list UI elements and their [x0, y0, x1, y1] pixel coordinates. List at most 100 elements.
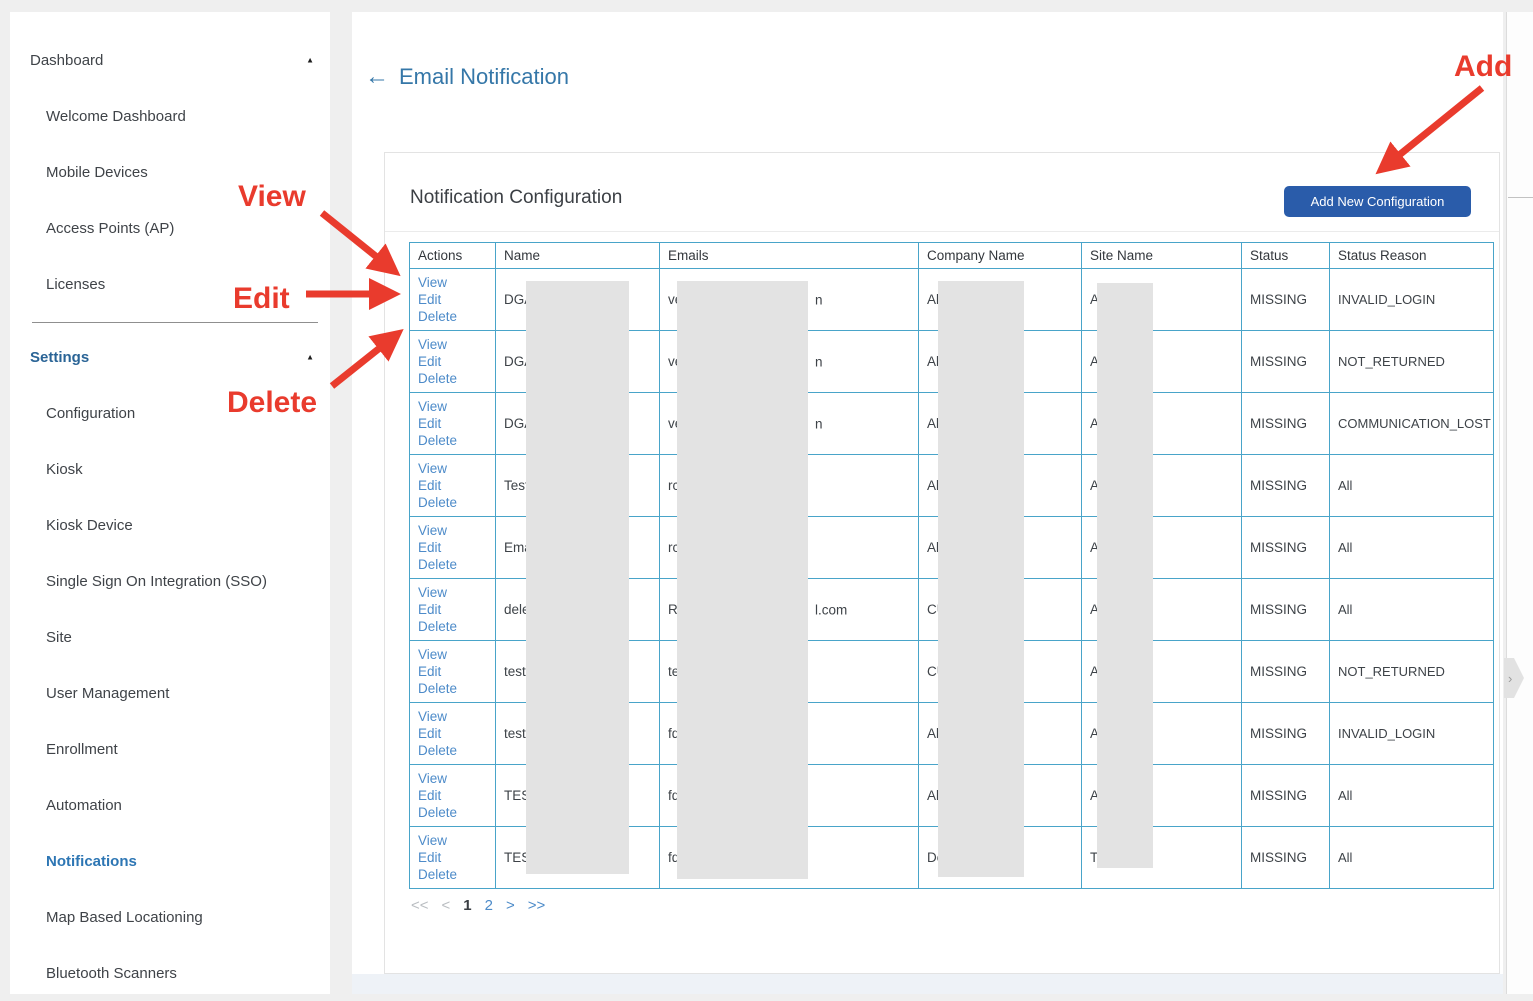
first-page-button[interactable]: <<	[411, 897, 429, 914]
status-reason-cell: All	[1330, 579, 1494, 641]
collapse-caret-icon[interactable]: ▲	[306, 353, 314, 362]
sidebar-section-label: Settings	[30, 349, 89, 366]
sidebar-item-user-management[interactable]: User Management	[10, 665, 330, 721]
actions-cell: View Edit Delete	[410, 393, 496, 455]
site-redaction-box	[1097, 283, 1153, 868]
edit-link[interactable]: Edit	[418, 539, 493, 556]
actions-cell: View Edit Delete	[410, 331, 496, 393]
edit-link[interactable]: Edit	[418, 415, 493, 432]
sidebar-item-mobile-devices[interactable]: Mobile Devices	[10, 144, 330, 200]
card-title: Notification Configuration	[410, 187, 622, 209]
status-reason-cell: COMMUNICATION_LOST	[1330, 393, 1494, 455]
bottom-strip	[352, 974, 1503, 994]
status-cell: MISSING	[1242, 269, 1330, 331]
status-cell: MISSING	[1242, 517, 1330, 579]
col-header-status-reason: Status Reason	[1330, 243, 1494, 269]
col-header-actions: Actions	[410, 243, 496, 269]
view-link[interactable]: View	[418, 584, 493, 601]
sidebar-item-map-based-locationing[interactable]: Map Based Locationing	[10, 889, 330, 945]
edit-link[interactable]: Edit	[418, 353, 493, 370]
sidebar-item-kiosk[interactable]: Kiosk	[10, 441, 330, 497]
sidebar-item-automation[interactable]: Automation	[10, 777, 330, 833]
sidebar-section-dashboard[interactable]: Dashboard ▲	[10, 32, 330, 88]
next-page-button[interactable]: >	[506, 897, 515, 914]
sidebar-item-bluetooth-scanners[interactable]: Bluetooth Scanners	[10, 945, 330, 1001]
status-cell: MISSING	[1242, 765, 1330, 827]
collapse-caret-icon[interactable]: ▲	[306, 56, 314, 65]
status-cell: MISSING	[1242, 827, 1330, 889]
right-panel-divider	[1508, 197, 1533, 198]
pagination: << < 1 2 > >>	[411, 897, 545, 914]
col-header-company-name: Company Name	[919, 243, 1082, 269]
back-arrow-icon[interactable]: ←	[365, 65, 389, 89]
actions-cell: View Edit Delete	[410, 641, 496, 703]
status-cell: MISSING	[1242, 393, 1330, 455]
actions-cell: View Edit Delete	[410, 269, 496, 331]
sidebar-item-notifications[interactable]: Notifications	[10, 833, 330, 889]
delete-link[interactable]: Delete	[418, 680, 493, 697]
status-reason-cell: NOT_RETURNED	[1330, 331, 1494, 393]
sidebar-item-kiosk-device[interactable]: Kiosk Device	[10, 497, 330, 553]
actions-cell: View Edit Delete	[410, 517, 496, 579]
actions-cell: View Edit Delete	[410, 827, 496, 889]
view-link[interactable]: View	[418, 336, 493, 353]
card-header-divider	[385, 231, 1499, 232]
sidebar-item-welcome-dashboard[interactable]: Welcome Dashboard	[10, 88, 330, 144]
edit-link[interactable]: Edit	[418, 601, 493, 618]
company-redaction-box	[938, 281, 1024, 877]
view-link[interactable]: View	[418, 522, 493, 539]
status-cell: MISSING	[1242, 455, 1330, 517]
view-link[interactable]: View	[418, 460, 493, 477]
delete-link[interactable]: Delete	[418, 618, 493, 635]
status-reason-cell: All	[1330, 455, 1494, 517]
page-button-1[interactable]: 1	[463, 897, 471, 914]
view-link[interactable]: View	[418, 646, 493, 663]
status-reason-cell: INVALID_LOGIN	[1330, 703, 1494, 765]
edit-link[interactable]: Edit	[418, 725, 493, 742]
sidebar-item-site[interactable]: Site	[10, 609, 330, 665]
status-reason-cell: All	[1330, 517, 1494, 579]
sidebar-section-settings[interactable]: Settings ▲	[10, 329, 330, 385]
last-page-button[interactable]: >>	[528, 897, 546, 914]
delete-link[interactable]: Delete	[418, 308, 493, 325]
table-header-row: Actions Name Emails Company Name Site Na…	[410, 243, 1494, 269]
actions-cell: View Edit Delete	[410, 765, 496, 827]
delete-link[interactable]: Delete	[418, 866, 493, 883]
sidebar-item-licenses[interactable]: Licenses	[10, 256, 330, 312]
sidebar-item-access-points[interactable]: Access Points (AP)	[10, 200, 330, 256]
delete-link[interactable]: Delete	[418, 804, 493, 821]
status-reason-cell: NOT_RETURNED	[1330, 641, 1494, 703]
delete-link[interactable]: Delete	[418, 432, 493, 449]
status-cell: MISSING	[1242, 579, 1330, 641]
col-header-name: Name	[496, 243, 660, 269]
view-link[interactable]: View	[418, 708, 493, 725]
add-new-configuration-button[interactable]: Add New Configuration	[1284, 186, 1471, 217]
sidebar: Dashboard ▲ Welcome Dashboard Mobile Dev…	[10, 12, 330, 994]
view-link[interactable]: View	[418, 832, 493, 849]
edit-link[interactable]: Edit	[418, 477, 493, 494]
edit-link[interactable]: Edit	[418, 291, 493, 308]
sidebar-section-label: Dashboard	[30, 52, 103, 69]
prev-page-button[interactable]: <	[442, 897, 451, 914]
delete-link[interactable]: Delete	[418, 556, 493, 573]
page-button-2[interactable]: 2	[485, 897, 493, 914]
sidebar-item-sso[interactable]: Single Sign On Integration (SSO)	[10, 553, 330, 609]
delete-link[interactable]: Delete	[418, 494, 493, 511]
status-reason-cell: All	[1330, 765, 1494, 827]
delete-link[interactable]: Delete	[418, 742, 493, 759]
delete-link[interactable]: Delete	[418, 370, 493, 387]
edit-link[interactable]: Edit	[418, 787, 493, 804]
view-link[interactable]: View	[418, 398, 493, 415]
page-title-bar: ← Email Notification	[365, 64, 569, 90]
edit-link[interactable]: Edit	[418, 849, 493, 866]
actions-cell: View Edit Delete	[410, 579, 496, 641]
col-header-emails: Emails	[660, 243, 919, 269]
edit-link[interactable]: Edit	[418, 663, 493, 680]
sidebar-item-enrollment[interactable]: Enrollment	[10, 721, 330, 777]
status-cell: MISSING	[1242, 331, 1330, 393]
view-link[interactable]: View	[418, 274, 493, 291]
notification-configuration-card: Notification Configuration Add New Confi…	[384, 152, 1500, 974]
sidebar-item-configuration[interactable]: Configuration	[10, 385, 330, 441]
status-cell: MISSING	[1242, 641, 1330, 703]
view-link[interactable]: View	[418, 770, 493, 787]
